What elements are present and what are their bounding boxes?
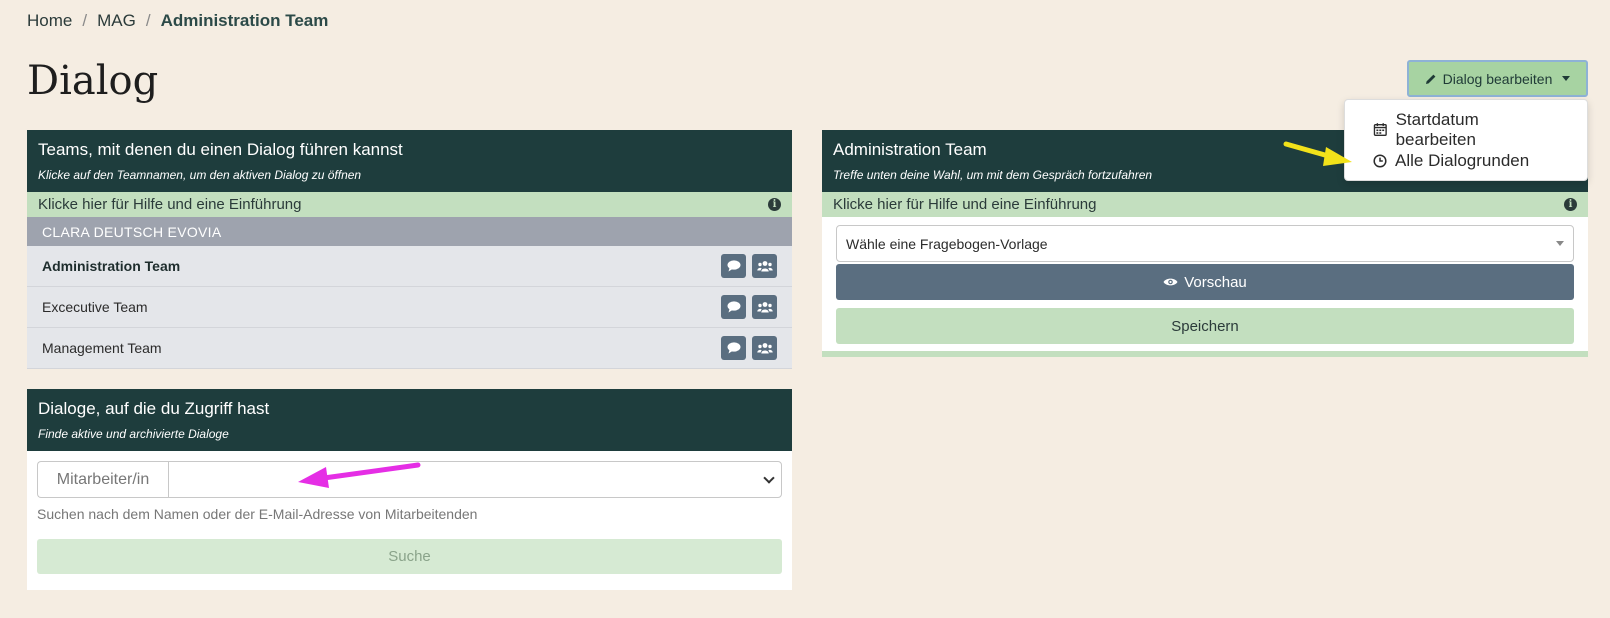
users-icon (756, 342, 773, 353)
teams-help-bar[interactable]: Klicke hier für Hilfe und eine Einführun… (27, 192, 792, 217)
template-select[interactable]: Wähle eine Fragebogen-Vorlage (836, 225, 1574, 262)
breadcrumb-mag[interactable]: MAG (97, 11, 136, 31)
calendar-icon (1373, 123, 1387, 137)
pencil-icon (1425, 74, 1436, 84)
admin-help-bar[interactable]: Klicke hier für Hilfe und eine Einführun… (822, 192, 1588, 217)
team-name: Management Team (42, 340, 162, 356)
team-name: Administration Team (42, 258, 181, 274)
info-icon: i (768, 198, 781, 211)
team-row-actions (721, 295, 777, 319)
breadcrumb-current: Administration Team (160, 11, 329, 30)
caret-down-icon (1556, 241, 1564, 246)
chat-bubble-icon (727, 301, 740, 313)
teams-panel-header: Teams, mit denen du einen Dialog führen … (27, 130, 792, 192)
menu-item-alle-dialogrunden[interactable]: Alle Dialogrunden (1345, 145, 1587, 176)
teams-panel-subtitle: Klicke auf den Teamnamen, um den aktiven… (38, 168, 362, 182)
teams-panel-title: Teams, mit denen du einen Dialog führen … (38, 140, 403, 159)
caret-down-icon (1562, 76, 1571, 81)
team-row-actions (721, 254, 777, 278)
menu-item-label: Startdatum bearbeiten (1395, 109, 1479, 149)
save-button[interactable]: Speichern (836, 308, 1574, 344)
clock-icon (1373, 153, 1387, 168)
teams-help-text: Klicke hier für Hilfe und eine Einführun… (38, 196, 302, 213)
team-group-header: CLARA DEUTSCH EVOVIA (27, 217, 792, 246)
breadcrumb-separator: / (145, 11, 151, 30)
yellow-annotation-arrow-icon (1283, 141, 1352, 166)
dialog-button[interactable] (721, 336, 746, 360)
users-icon (756, 301, 773, 312)
team-row-administration[interactable]: Administration Team (27, 246, 792, 287)
breadcrumb-separator: / (82, 11, 88, 30)
team-row-management[interactable]: Management Team (27, 328, 792, 369)
employee-search-help: Suchen nach dem Namen oder der E-Mail-Ad… (37, 506, 478, 522)
page-title: Dialog (27, 58, 159, 104)
admin-help-text: Klicke hier für Hilfe und eine Einführun… (833, 196, 1097, 213)
search-button[interactable]: Suche (37, 539, 782, 574)
breadcrumb-home[interactable]: Home (27, 11, 72, 31)
preview-label: Vorschau (1184, 273, 1247, 291)
team-row-excecutive[interactable]: Excecutive Team (27, 287, 792, 328)
team-members-button[interactable] (752, 295, 777, 319)
dialog-button[interactable] (721, 254, 746, 278)
dialog-button[interactable] (721, 295, 746, 319)
eye-icon (1163, 278, 1178, 286)
dialog-edit-menu: Startdatum bearbeiten Alle Dialogrunden (1344, 99, 1588, 181)
access-panel-subtitle: Finde aktive und archivierte Dialoge (38, 427, 229, 441)
menu-item-startdatum[interactable]: Startdatum bearbeiten (1345, 110, 1587, 149)
employee-addon-label: Mitarbeiter/in (37, 461, 168, 498)
team-name: Excecutive Team (42, 299, 148, 315)
magenta-annotation-arrow-icon (298, 462, 421, 488)
chevron-down-icon (763, 471, 775, 484)
preview-button[interactable]: Vorschau (836, 264, 1574, 300)
menu-item-label: Alle Dialogrunden (1395, 150, 1530, 170)
team-members-button[interactable] (752, 254, 777, 278)
dialog-edit-button[interactable]: Dialog bearbeiten (1407, 60, 1588, 97)
access-panel-title: Dialoge, auf die du Zugriff hast (38, 399, 270, 418)
users-icon (756, 260, 773, 271)
teams-panel: Teams, mit denen du einen Dialog führen … (27, 130, 792, 369)
info-icon: i (1564, 198, 1577, 211)
team-members-button[interactable] (752, 336, 777, 360)
chat-bubble-icon (727, 342, 740, 354)
breadcrumb: Home / MAG / Administration Team (27, 11, 328, 31)
employee-select[interactable] (168, 461, 782, 498)
access-panel-header: Dialoge, auf die du Zugriff hast Finde a… (27, 389, 792, 451)
team-row-actions (721, 336, 777, 360)
template-select-placeholder: Wähle eine Fragebogen-Vorlage (846, 235, 1048, 252)
chat-bubble-icon (727, 260, 740, 272)
dialog-edit-label: Dialog bearbeiten (1442, 70, 1553, 87)
